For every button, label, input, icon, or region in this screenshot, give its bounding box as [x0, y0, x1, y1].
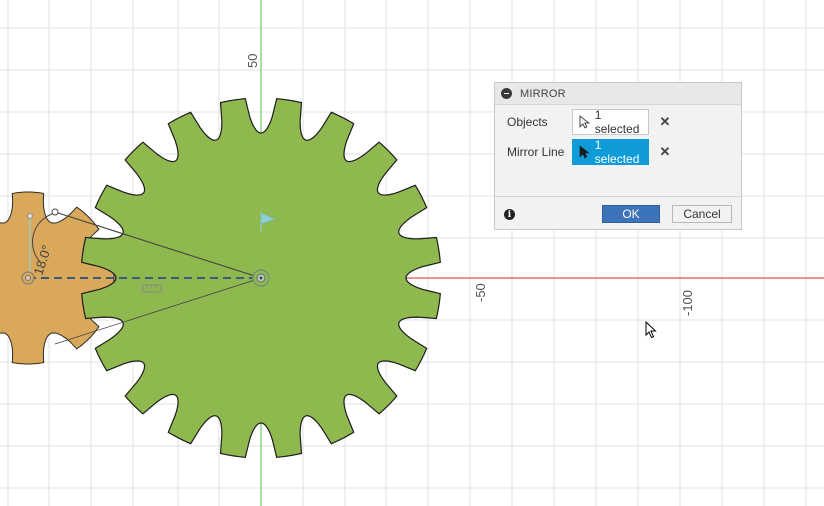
ok-button[interactable]: OK: [602, 205, 660, 223]
x-axis-tick-neg100: -100: [680, 289, 695, 316]
objects-selection-value: 1 selected: [594, 108, 640, 136]
dialog-header[interactable]: MIRROR: [495, 83, 741, 105]
canvas-viewport[interactable]: 18.0°: [0, 0, 824, 506]
arrow-cursor-icon: [579, 145, 590, 159]
close-icon[interactable]: ✕: [658, 114, 672, 129]
objects-row: Objects 1 selected ✕: [495, 108, 741, 136]
mirror-line-label: Mirror Line: [507, 145, 565, 159]
dialog-footer: i OK Cancel: [495, 196, 741, 339]
gear-center-point[interactable]: [252, 269, 270, 287]
mirror-dialog: MIRROR Objects 1 selected ✕ Mirror Line …: [494, 82, 742, 339]
dialog-title: MIRROR: [520, 87, 566, 100]
minus-circle-icon[interactable]: [501, 88, 512, 99]
cancel-button[interactable]: Cancel: [672, 205, 732, 223]
close-icon[interactable]: ✕: [658, 144, 672, 159]
objects-label: Objects: [507, 115, 548, 129]
info-icon[interactable]: i: [504, 209, 515, 220]
objects-selection-button[interactable]: 1 selected: [572, 108, 649, 136]
mirror-line-selection-button[interactable]: 1 selected: [572, 138, 649, 166]
x-axis-tick-neg50: -50: [473, 283, 488, 302]
mirror-line-row: Mirror Line 1 selected ✕: [495, 138, 741, 166]
mirror-line-selection-value: 1 selected: [594, 138, 640, 166]
mouse-pointer-icon: [645, 321, 657, 339]
arrow-cursor-icon: [579, 115, 591, 129]
y-axis-tick-50: 50: [245, 53, 260, 68]
